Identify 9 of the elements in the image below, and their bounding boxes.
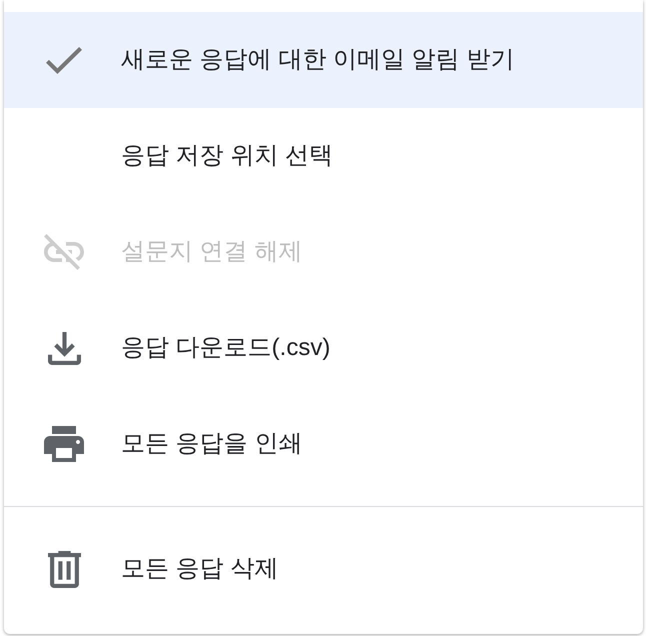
menu-item[interactable]: 모든 응답을 인쇄 [4, 396, 643, 492]
menu-item[interactable]: 응답 저장 위치 선택 [4, 108, 643, 204]
broken-link-icon [44, 234, 84, 270]
printer-icon [44, 426, 84, 462]
trash-icon [48, 550, 80, 588]
download-icon [48, 332, 80, 364]
menu-item[interactable]: 새로운 응답에 대한 이메일 알림 받기 [4, 12, 643, 108]
menu-item[interactable]: 응답 다운로드(.csv) [4, 300, 643, 396]
menu-item[interactable]: 모든 응답 삭제 [4, 521, 643, 617]
